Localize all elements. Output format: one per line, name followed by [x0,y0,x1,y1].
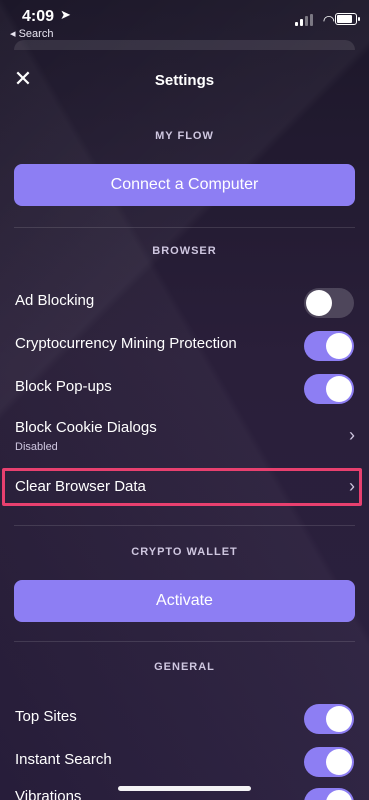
section-title-my-flow: MY FLOW [155,130,214,142]
top-sites-toggle[interactable] [304,704,354,734]
section-title-browser: BROWSER [152,245,217,257]
toggle-knob [306,290,332,316]
sheet-background-hint [14,40,355,50]
divider [14,525,355,526]
setting-row-instant-search[interactable]: Instant Search [0,741,369,781]
wifi-icon: ◠ [322,12,335,28]
setting-label: Ad Blocking [15,292,95,309]
status-time: 4:09 [22,8,55,25]
setting-label: Block Cookie Dialogs [15,419,157,436]
setting-label: Top Sites [15,708,77,725]
settings-header: ✕ Settings [0,52,369,110]
page-title: Settings [154,72,215,89]
location-arrow-icon: ➤ [60,7,71,22]
setting-row-cookie-dialogs[interactable]: Block Cookie Dialogs Disabled › [0,410,369,460]
section-title-crypto-wallet: CRYPTO WALLET [131,546,238,558]
cell-signal-icon [295,14,313,26]
ad-blocking-toggle[interactable] [304,288,354,318]
highlight-box [2,468,362,506]
connect-computer-button[interactable]: Connect a Computer [14,164,355,206]
toggle-knob [326,706,352,732]
setting-row-block-popups[interactable]: Block Pop-ups [0,368,369,408]
setting-subtext: Disabled [15,441,58,453]
section-title-general: GENERAL [154,661,215,673]
back-to-search-link[interactable]: ◂ Search [10,27,53,40]
vibrations-toggle[interactable] [304,788,354,800]
status-bar: 4:09 ➤ ◂ Search ◠ [0,0,369,42]
setting-row-top-sites[interactable]: Top Sites [0,698,369,738]
setting-label: Vibrations [15,788,82,800]
toggle-knob [326,376,352,402]
instant-search-toggle[interactable] [304,747,354,777]
divider [14,227,355,228]
home-indicator [118,786,251,791]
battery-icon [335,13,360,25]
block-popups-toggle[interactable] [304,374,354,404]
setting-row-ad-blocking[interactable]: Ad Blocking [0,282,369,322]
toggle-knob [326,790,352,800]
divider [14,641,355,642]
setting-label: Instant Search [15,751,112,768]
activate-button[interactable]: Activate [14,580,355,622]
toggle-knob [326,749,352,775]
setting-label: Block Pop-ups [15,378,112,395]
crypto-mining-toggle[interactable] [304,331,354,361]
chevron-right-icon: › [349,425,355,445]
setting-row-crypto-mining[interactable]: Cryptocurrency Mining Protection [0,325,369,365]
setting-label: Cryptocurrency Mining Protection [15,335,237,352]
toggle-knob [326,333,352,359]
